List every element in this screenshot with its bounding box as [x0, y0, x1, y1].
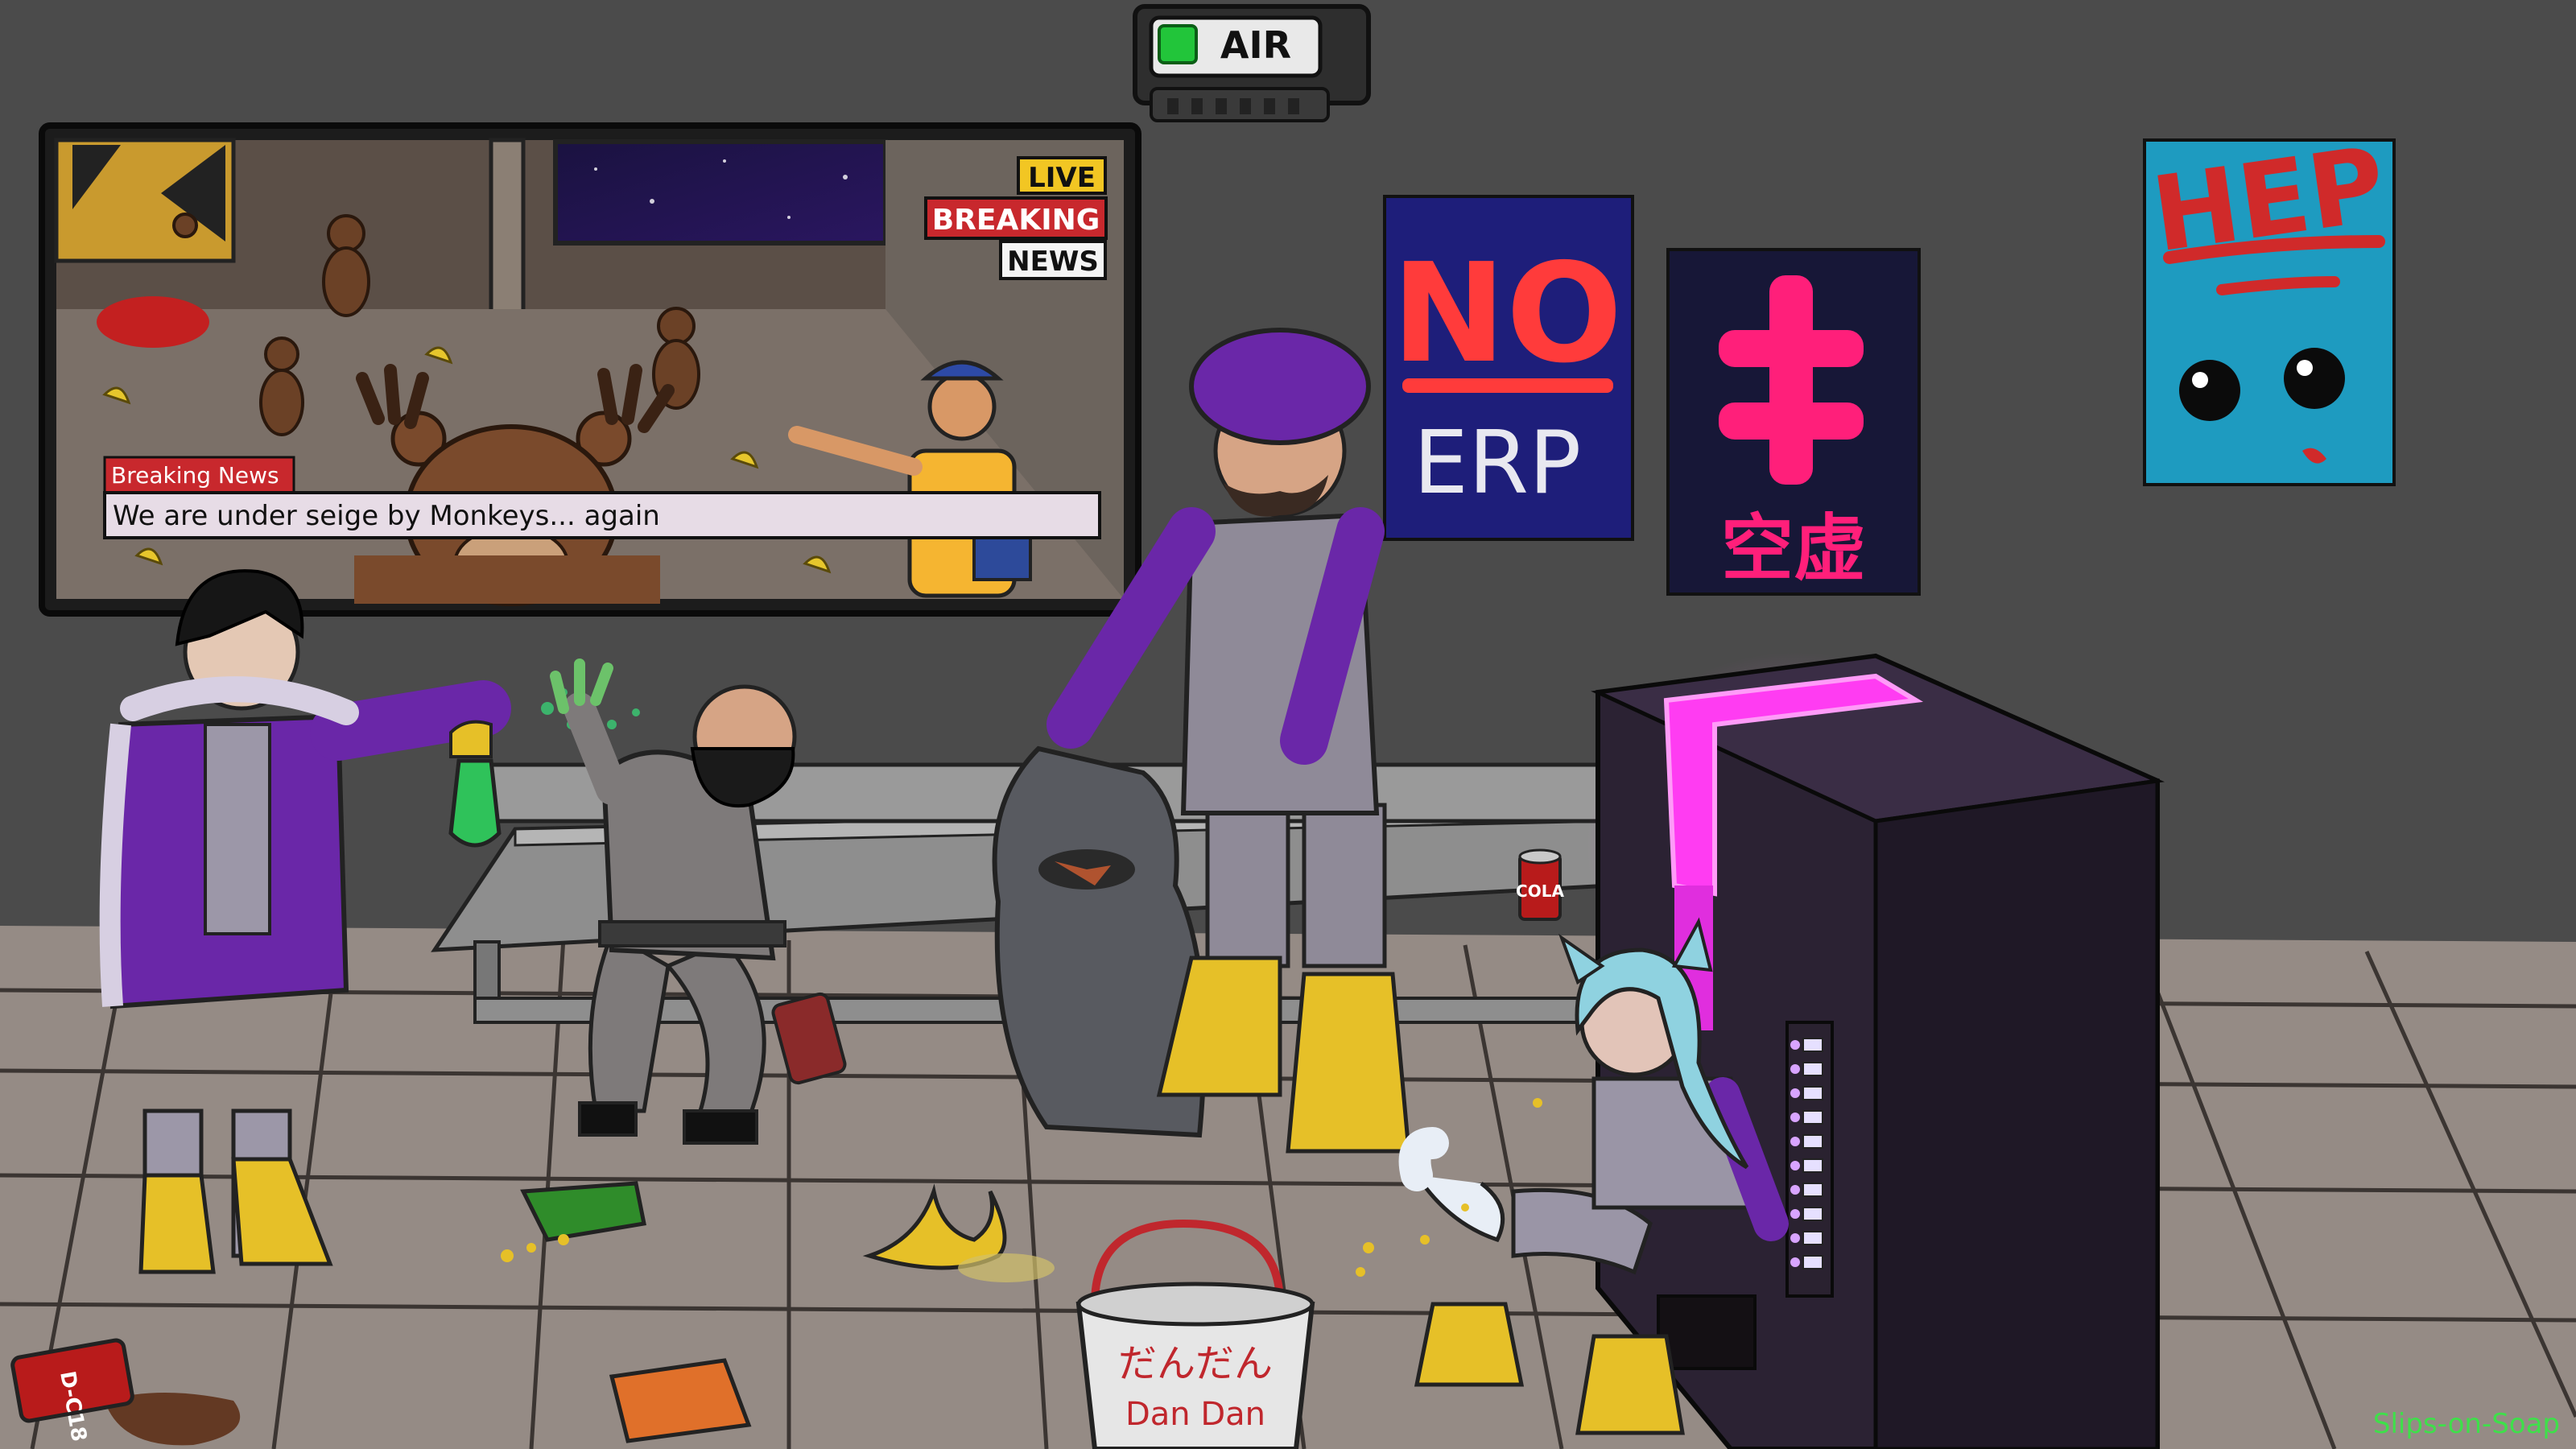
artist-signature: Slips-on-Soap	[2373, 1408, 2560, 1440]
no-erp-line1: NO	[1392, 234, 1623, 394]
tv-breaking-badge: BREAKING	[932, 204, 1100, 237]
air-label: AIR	[1220, 23, 1291, 67]
tv-ticker-title: Breaking News	[111, 462, 279, 489]
air-indicator-light	[1158, 24, 1198, 64]
boot-left	[138, 1173, 216, 1274]
kanji-text: 空虚	[1721, 506, 1866, 591]
illustration: AIR LIVE BREAKING NEWS Breaking News We …	[0, 0, 2576, 1449]
scene: AIR LIVE BREAKING NEWS Breaking News We …	[0, 0, 2576, 1449]
tv-ticker-text: We are under seige by Monkeys... again	[113, 500, 660, 532]
bucket-line1: だんだん	[1118, 1341, 1273, 1386]
tv-news-badge: NEWS	[1007, 246, 1099, 278]
tv-space-window	[553, 139, 888, 246]
news-tv	[39, 122, 1141, 617]
snack-bag-floor	[609, 1358, 752, 1443]
tv-live-badge: LIVE	[1028, 162, 1096, 194]
bucket-line2: Dan Dan	[1125, 1396, 1265, 1433]
no-erp-line2: ERP	[1414, 413, 1581, 514]
boot-right	[1286, 972, 1411, 1154]
vending-buttons	[1785, 1021, 1834, 1298]
tv-blood-splat	[97, 296, 209, 348]
boot-left	[1414, 1302, 1525, 1387]
spray-bottle	[448, 720, 502, 848]
cola-can-label: COLA	[1516, 881, 1564, 901]
boot-right	[1575, 1334, 1685, 1435]
